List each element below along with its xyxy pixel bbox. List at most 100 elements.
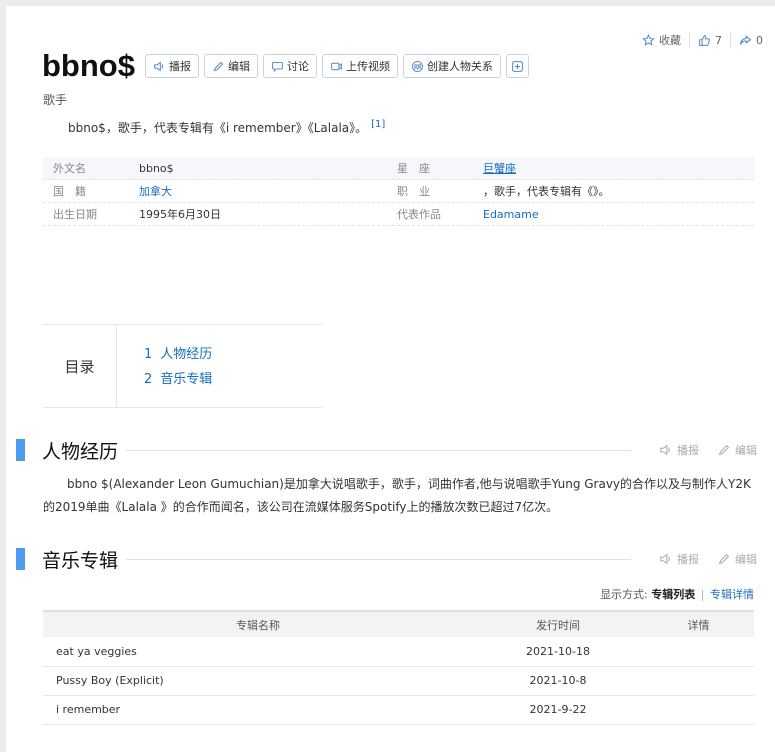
album-table: 专辑名称 发行时间 详情 eat ya veggies 2021-10-18 P… (43, 610, 754, 725)
speech-bubble-icon (272, 61, 283, 72)
album-name: eat ya veggies (43, 637, 473, 667)
section-edit-label: 编辑 (735, 444, 757, 457)
plus-box-icon (512, 60, 523, 72)
info-key: 外文名 (53, 162, 86, 175)
album-detail (643, 695, 754, 725)
section-edit-button[interactable]: 编辑 (717, 442, 757, 458)
report-label: 播报 (169, 60, 191, 73)
favorite-label: 收藏 (659, 34, 681, 47)
display-mode-label: 显示方式: (600, 588, 648, 601)
toc-item-label: 音乐专辑 (160, 372, 213, 387)
album-date: 2021-10-18 (473, 637, 643, 667)
create-relation-button[interactable]: 创建人物关系 (403, 54, 501, 78)
info-row: 国 籍 加拿大 职 业 ，歌手，代表专辑有《》。 (43, 180, 754, 203)
page-title: bbno$ (42, 48, 135, 83)
section-report-label: 播报 (677, 553, 699, 566)
table-row: i remember 2021-9-22 (43, 695, 754, 725)
section-bar (16, 439, 25, 461)
like-count: 7 (715, 33, 722, 47)
info-value-link[interactable]: 加拿大 (139, 183, 397, 199)
album-date: 2021-10-8 (473, 666, 643, 696)
summary: bbno$，歌手，代表专辑有《i remember》《Lalala》。 [1] (68, 119, 385, 136)
speaker-icon (154, 60, 164, 72)
section-header-albums: 音乐专辑 播报 编辑 (16, 546, 757, 572)
album-date: 2021-9-22 (473, 695, 643, 725)
share-count: 0 (756, 33, 763, 47)
mode-album-list[interactable]: 专辑列表 (651, 588, 695, 601)
toc-item-albums[interactable]: 2 音乐专辑 (144, 367, 212, 392)
display-mode: 显示方式: 专辑列表 | 专辑详情 (600, 586, 754, 602)
pencil-icon (213, 61, 224, 71)
favorite-button[interactable]: 收藏 (634, 32, 689, 48)
info-value-link[interactable]: Edamame (483, 208, 539, 221)
divider (126, 558, 631, 560)
album-detail (643, 637, 754, 667)
summary-text: bbno$，歌手，代表专辑有《i remember》《Lalala》。 (68, 121, 368, 135)
edit-label: 编辑 (228, 60, 250, 73)
toc-items: 1 人物经历 2 音乐专辑 (117, 325, 212, 407)
section-report-label: 播报 (677, 444, 699, 457)
title-row: bbno$ 播报 编辑 讨论 上传视频 创建人物关系 (42, 48, 534, 84)
column-header: 详情 (643, 610, 754, 637)
section-header-biography: 人物经历 播报 编辑 (16, 437, 757, 463)
toc-item-number: 1 (144, 347, 153, 362)
info-value: ，歌手，代表专辑有《》。 (483, 185, 610, 198)
mode-album-detail[interactable]: 专辑详情 (710, 588, 754, 601)
section-edit-label: 编辑 (735, 553, 757, 566)
section-title: 人物经历 (42, 440, 119, 463)
share-icon (740, 34, 752, 45)
discuss-button[interactable]: 讨论 (263, 54, 317, 78)
video-icon (331, 62, 342, 70)
info-value-link[interactable]: 巨蟹座 (483, 160, 516, 176)
column-header: 专辑名称 (43, 610, 473, 637)
people-icon (412, 60, 423, 72)
toc-item-label: 人物经历 (160, 347, 213, 362)
info-row: 出生日期 1995年6月30日 代表作品 Edamame (43, 203, 754, 226)
album-name: Pussy Boy (Explicit) (43, 666, 473, 696)
section-report-button[interactable]: 播报 (659, 551, 699, 567)
table-header-row: 专辑名称 发行时间 详情 (43, 610, 754, 637)
toc-item-biography[interactable]: 1 人物经历 (144, 342, 212, 367)
section-report-button[interactable]: 播报 (659, 442, 699, 458)
add-button[interactable] (506, 54, 529, 78)
share-button[interactable]: 0 (731, 32, 771, 48)
upload-video-button[interactable]: 上传视频 (322, 54, 398, 78)
info-table: 外文名 bbno$ 星 座 巨蟹座 国 籍 加拿大 职 业 ，歌手，代表专辑有《… (43, 157, 754, 226)
info-key: 职 业 (397, 185, 430, 198)
upload-video-label: 上传视频 (346, 60, 390, 73)
top-actions: 收藏 7 0 (634, 32, 771, 48)
report-button[interactable]: 播报 (145, 54, 199, 78)
section-edit-button[interactable]: 编辑 (717, 551, 757, 567)
album-name: i remember (43, 695, 473, 725)
info-value: 1995年6月30日 (139, 208, 221, 221)
info-row: 外文名 bbno$ 星 座 巨蟹座 (43, 157, 754, 180)
reference-link[interactable]: [1] (371, 119, 385, 130)
section-title: 音乐专辑 (42, 549, 119, 572)
mode-separator: | (700, 588, 705, 601)
subtitle: 歌手 (43, 93, 68, 107)
edit-button[interactable]: 编辑 (204, 54, 258, 78)
section-bar (16, 548, 25, 570)
table-row: eat ya veggies 2021-10-18 (43, 637, 754, 667)
divider (126, 449, 631, 451)
pencil-icon (718, 553, 730, 565)
info-key: 代表作品 (397, 208, 441, 221)
info-key: 出生日期 (53, 208, 97, 221)
like-button[interactable]: 7 (690, 32, 730, 48)
toc-label: 目录 (43, 325, 117, 407)
star-icon (642, 33, 655, 46)
info-key: 国 籍 (53, 185, 86, 198)
table-row: Pussy Boy (Explicit) 2021-10-8 (43, 666, 754, 696)
create-relation-label: 创建人物关系 (427, 60, 493, 73)
biography-text: bbno $(Alexander Leon Gumuchian)是加拿大说唱歌手… (43, 477, 751, 514)
album-detail (643, 666, 754, 696)
info-key: 星 座 (397, 162, 430, 175)
discuss-label: 讨论 (287, 60, 309, 73)
info-value: bbno$ (139, 161, 174, 175)
thumbs-up-icon (699, 34, 710, 46)
speaker-icon (660, 553, 670, 565)
toc-item-number: 2 (144, 372, 153, 387)
pencil-icon (718, 444, 730, 456)
speaker-icon (660, 444, 670, 456)
column-header: 发行时间 (473, 610, 643, 637)
